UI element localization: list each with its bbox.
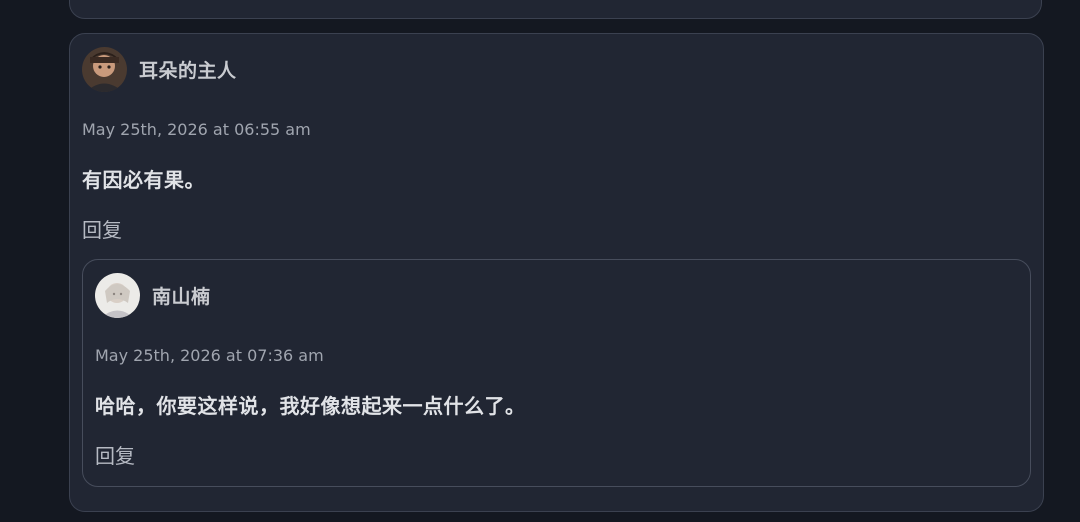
comment-content: 有因必有果。 (82, 168, 205, 192)
reply-comment-card: 南山楠 May 25th, 2026 at 07:36 am 哈哈，你要这样说，… (82, 259, 1031, 487)
comment-thread: 耳朵的主人 May 25th, 2026 at 06:55 am 有因必有果。 … (0, 0, 1080, 522)
comment-header: 耳朵的主人 (82, 46, 237, 92)
previous-comment-card (69, 0, 1042, 19)
avatar[interactable] (82, 46, 127, 92)
comment-author[interactable]: 耳朵的主人 (139, 56, 237, 83)
reply-author[interactable]: 南山楠 (152, 282, 211, 309)
reply-button[interactable]: 回复 (82, 214, 122, 243)
reply-header: 南山楠 (95, 272, 211, 318)
reply-date: May 25th, 2026 at 07:36 am (95, 346, 324, 365)
reply-button[interactable]: 回复 (95, 440, 135, 469)
comment-card: 耳朵的主人 May 25th, 2026 at 06:55 am 有因必有果。 … (69, 33, 1044, 512)
comment-date: May 25th, 2026 at 06:55 am (82, 120, 311, 139)
reply-content: 哈哈，你要这样说，我好像想起来一点什么了。 (95, 394, 526, 418)
avatar[interactable] (95, 272, 140, 318)
